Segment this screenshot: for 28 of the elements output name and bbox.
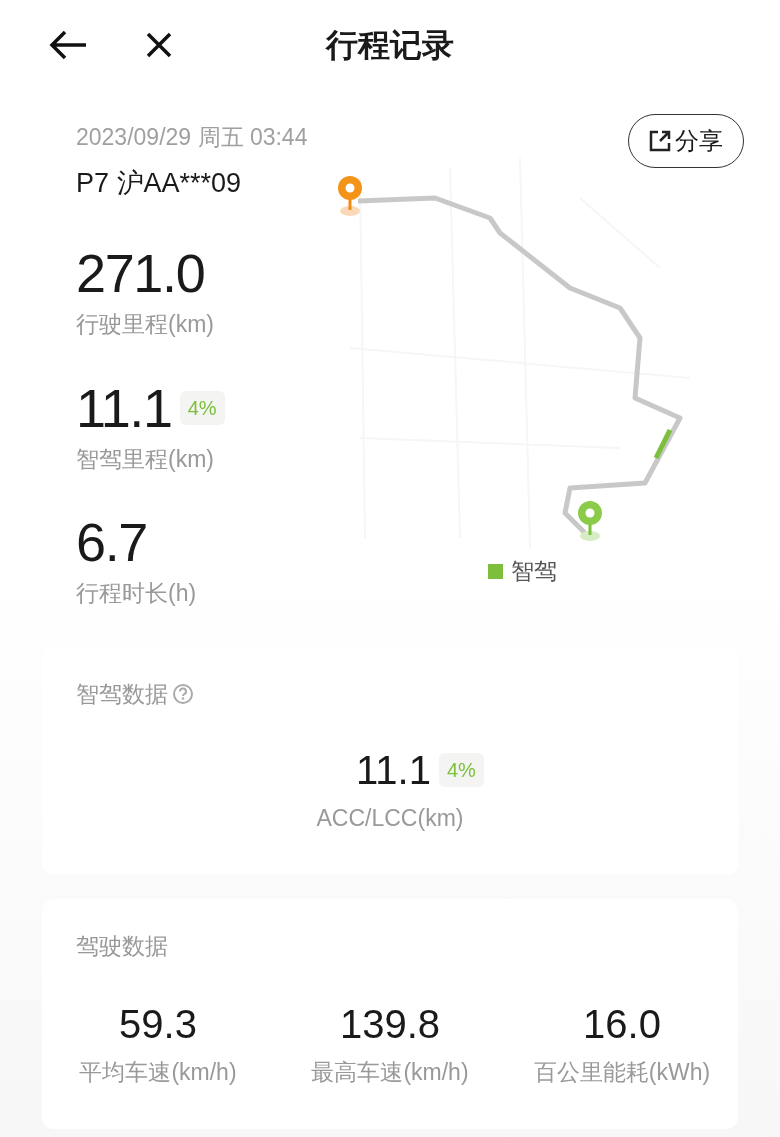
legend-label: 智驾 xyxy=(511,557,557,586)
percent-badge: 4% xyxy=(179,390,225,425)
trip-date: 2023/09/29 周五 03:44 xyxy=(76,123,309,152)
stat-value: 271.0 xyxy=(76,243,205,303)
stat-label: 智驾里程(km) xyxy=(76,444,215,474)
metric-label: 最高车速(km/h) xyxy=(311,1058,469,1087)
help-icon xyxy=(172,682,194,705)
close-icon xyxy=(146,32,172,58)
percent-badge: 4% xyxy=(439,753,484,787)
assist-label: ACC/LCC(km) xyxy=(316,804,464,833)
stat-label: 行驶里程(km) xyxy=(76,310,215,339)
vehicle-plate: P7 沪AA***09 xyxy=(76,166,243,200)
page-title: 行程记录 xyxy=(326,26,454,65)
metric-value: 139.8 xyxy=(339,1001,441,1047)
stat-label: 行程时长(h) xyxy=(76,579,198,608)
metric-label: 百公里能耗(kWh) xyxy=(533,1058,711,1087)
card-title: 智驾数据 xyxy=(76,679,168,709)
stat-value: 11.1 xyxy=(76,377,172,438)
stat-value: 6.7 xyxy=(76,512,148,572)
legend-swatch xyxy=(488,563,503,579)
metric-value: 16.0 xyxy=(583,1001,661,1047)
end-pin-icon xyxy=(578,501,602,541)
share-icon xyxy=(649,130,671,152)
back-icon xyxy=(48,29,88,61)
card-title: 驾驶数据 xyxy=(76,932,168,959)
metric-label: 平均车速(km/h) xyxy=(79,1058,237,1087)
assist-value: 11.1 xyxy=(356,747,431,793)
metric-value: 59.3 xyxy=(119,1001,197,1047)
